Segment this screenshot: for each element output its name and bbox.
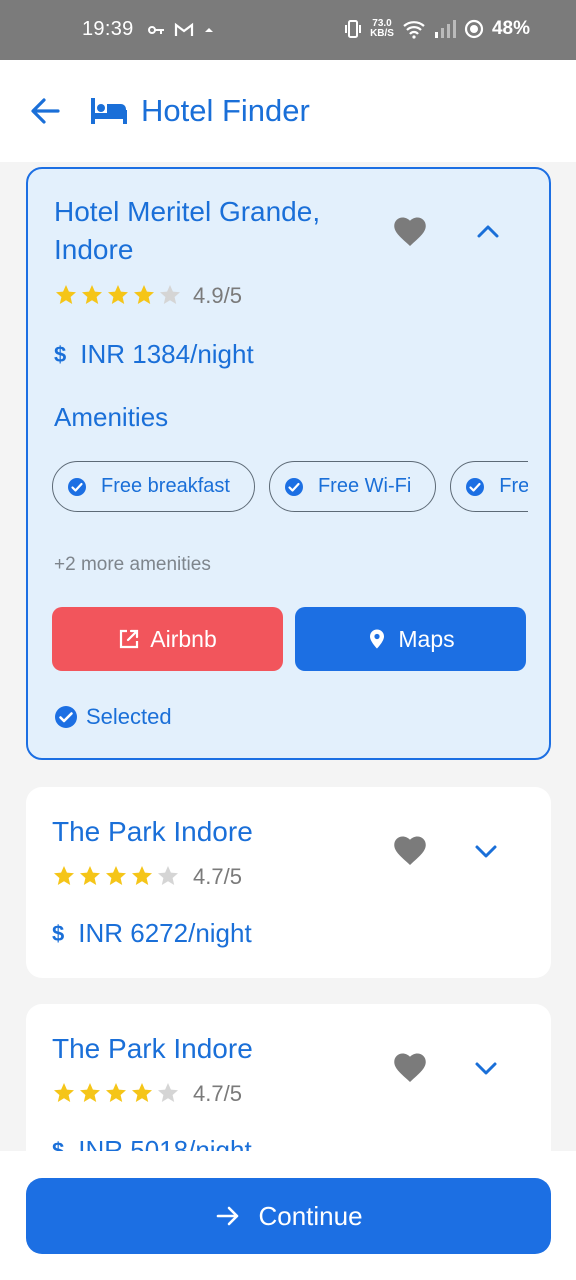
hotel-name: The Park Indore: [52, 816, 253, 847]
selected-indicator: Selected: [54, 704, 172, 730]
star-empty-icon: [158, 1083, 178, 1102]
star-empty-icon: [160, 285, 180, 304]
status-bar: 19:39 73.0 KB/S 48%: [0, 0, 576, 60]
star-filled-icon: [132, 1083, 152, 1102]
star-filled-icon: [54, 1083, 74, 1102]
wifi-icon: [403, 21, 425, 39]
price: $ INR 6272/night: [52, 918, 252, 949]
app-bar: Hotel Finder: [0, 60, 576, 162]
external-link-icon: [120, 629, 139, 649]
rating-text: 4.7/5: [193, 1081, 242, 1106]
star-filled-icon: [134, 285, 154, 304]
location-pin-icon: [370, 629, 385, 649]
page-title: Hotel Finder: [141, 93, 310, 128]
battery-percent: 48%: [491, 18, 530, 39]
amenities-title: Amenities: [54, 402, 169, 432]
price-text: INR 1384/night: [80, 339, 254, 369]
gmail-icon: [174, 22, 194, 36]
star-rating: [52, 864, 180, 888]
amenity-chip[interactable]: Free parking: [450, 461, 528, 512]
star-rating: [52, 1081, 180, 1105]
heart-icon[interactable]: [392, 214, 428, 248]
chevron-up-icon[interactable]: [475, 222, 501, 240]
star-filled-icon: [108, 285, 128, 304]
amenities-chips[interactable]: Free breakfast Free Wi-Fi Free parking: [52, 461, 528, 513]
check-circle-icon: [68, 477, 86, 496]
rating-text: 4.7/5: [193, 864, 242, 889]
upload-icon: [205, 27, 213, 32]
star-empty-icon: [158, 866, 178, 885]
maps-button[interactable]: Maps: [295, 607, 526, 671]
chevron-down-icon[interactable]: [473, 1059, 499, 1077]
amenity-chip[interactable]: Free breakfast: [52, 461, 255, 512]
hotel-name: The Park Indore: [52, 1033, 253, 1064]
check-circle-icon: [55, 706, 77, 728]
dollar-icon: $: [52, 920, 65, 946]
heart-icon[interactable]: [392, 1050, 428, 1084]
star-filled-icon: [80, 1083, 100, 1102]
star-filled-icon: [56, 285, 76, 304]
status-right-icons: 73.0 KB/S 48%: [344, 18, 530, 40]
key-icon: [148, 25, 164, 34]
hotel-name: Hotel Meritel Grande, Indore: [54, 196, 321, 265]
bed-icon: [91, 98, 127, 124]
check-circle-icon: [284, 477, 303, 496]
star-filled-icon: [80, 866, 100, 885]
price-text: INR 6272/night: [78, 918, 252, 948]
star-rating: [54, 283, 182, 307]
battery-icon: [464, 19, 484, 39]
chevron-down-icon[interactable]: [473, 842, 499, 860]
more-amenities-text: +2 more amenities: [54, 554, 211, 575]
dollar-icon: $: [54, 341, 67, 367]
check-circle-icon: [466, 477, 485, 496]
star-filled-icon: [54, 866, 74, 885]
hotel-card[interactable]: The Park Indore 4.7/5 $ INR 6272/night: [26, 787, 551, 978]
network-speed: 73.0 KB/S: [370, 18, 394, 39]
bottom-bar: Continue: [0, 1151, 576, 1280]
heart-icon[interactable]: [392, 833, 428, 867]
star-filled-icon: [82, 285, 102, 304]
rating-text: 4.9/5: [193, 283, 242, 308]
star-filled-icon: [132, 866, 152, 885]
arrow-left-icon[interactable]: [28, 94, 62, 128]
status-left-icons: [148, 22, 214, 37]
amenity-chip[interactable]: Free Wi-Fi: [268, 461, 437, 512]
vibrate-icon: [345, 20, 362, 38]
star-filled-icon: [106, 866, 126, 885]
arrow-right-icon: [217, 1206, 239, 1226]
price: $ INR 1384/night: [54, 339, 254, 370]
hotel-card-selected[interactable]: Hotel Meritel Grande, Indore 4.9/5 $ INR…: [26, 167, 551, 760]
star-filled-icon: [106, 1083, 126, 1102]
signal-icon: [434, 20, 456, 38]
airbnb-button[interactable]: Airbnb: [52, 607, 283, 671]
status-time: 19:39: [82, 18, 134, 40]
continue-button[interactable]: Continue: [26, 1178, 551, 1254]
